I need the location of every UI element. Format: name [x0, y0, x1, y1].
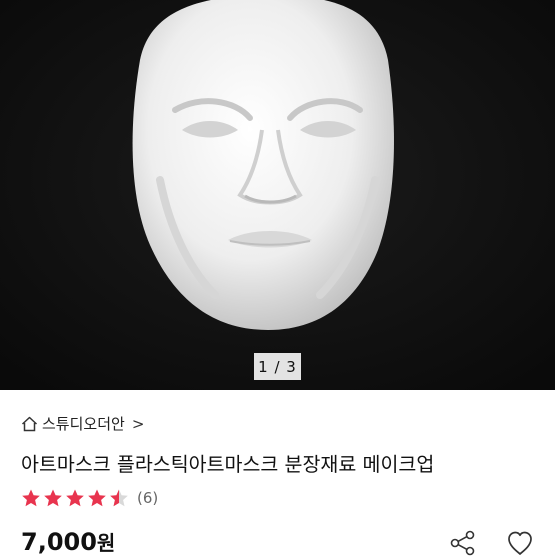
heart-icon[interactable]: [505, 528, 535, 558]
star-icon: [44, 489, 62, 507]
star-half-icon: [110, 489, 128, 507]
image-page-indicator: 1 / 3: [254, 353, 301, 380]
price-currency: 원: [96, 531, 116, 555]
store-link[interactable]: 스튜디오더안 >: [21, 413, 144, 434]
product-title: 아트마스크 플라스틱아트마스크 분장재료 메이크업: [21, 453, 435, 476]
star-icon: [88, 489, 106, 507]
star-icon: [22, 489, 40, 507]
star-icon: [66, 489, 84, 507]
product-image-gallery[interactable]: 1 / 3: [0, 0, 555, 390]
price-value: 7,000: [21, 528, 97, 556]
store-name: 스튜디오더안: [42, 415, 125, 433]
chevron-right-icon: >: [131, 414, 145, 433]
share-icon[interactable]: [448, 528, 478, 558]
review-count[interactable]: (6): [137, 489, 158, 507]
product-rating[interactable]: (6): [21, 488, 158, 508]
home-icon: [21, 416, 38, 431]
product-photo-mask: [0, 0, 555, 390]
product-price: 7,000원: [21, 527, 115, 556]
